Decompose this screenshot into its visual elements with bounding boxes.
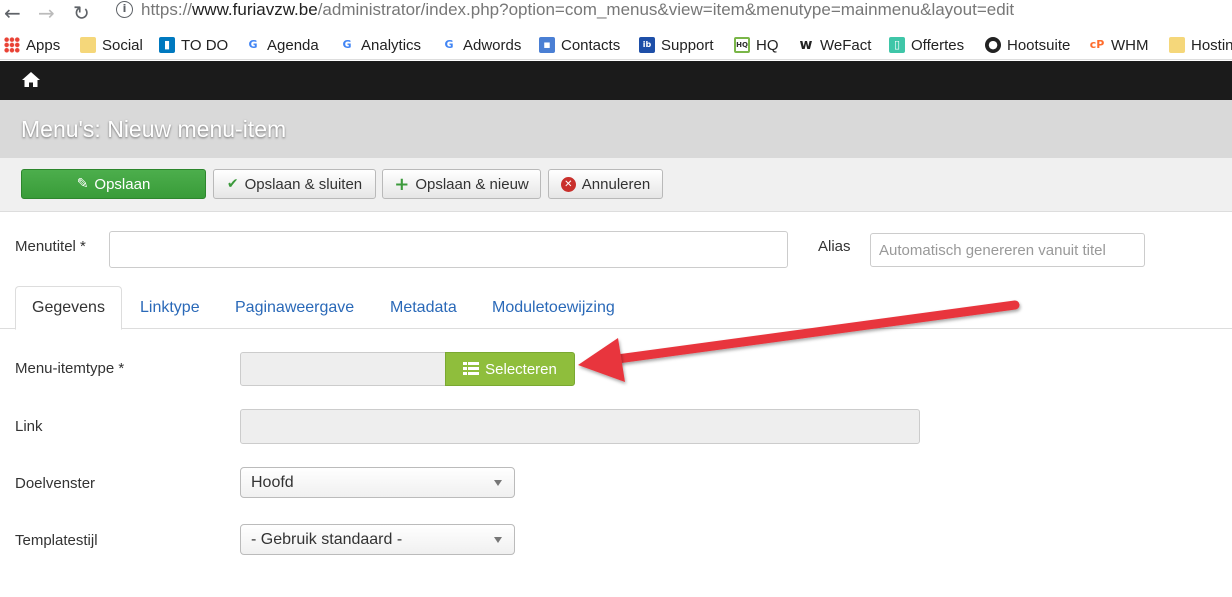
bookmark-analytics[interactable]: G Analytics xyxy=(339,33,421,57)
list-icon xyxy=(463,362,480,375)
info-icon[interactable]: i xyxy=(116,1,133,18)
template-label: Templatestijl xyxy=(15,532,98,549)
google-icon: G xyxy=(342,38,352,51)
bookmark-hosting[interactable]: Hosting xyxy=(1169,33,1232,57)
save-close-button[interactable]: ✔ Opslaan & sluiten xyxy=(213,169,376,199)
link-label: Link xyxy=(15,418,43,435)
page-title: Menu's: Nieuw menu-item xyxy=(21,116,287,142)
annotation-arrow xyxy=(578,300,1020,382)
google-icon: G xyxy=(248,38,258,51)
check-icon: ✔ xyxy=(226,176,239,192)
tab-paginaweergave[interactable]: Paginaweergave xyxy=(235,286,354,329)
alias-input[interactable]: Automatisch genereren vanuit titel xyxy=(870,233,1145,267)
bookmarks-bar: Apps Social ▮ TO DO G Agenda G Analytics… xyxy=(0,30,1232,60)
target-label: Doelvenster xyxy=(15,475,96,492)
bookmark-support[interactable]: ib Support xyxy=(639,33,714,57)
cancel-button[interactable]: ✕ Annuleren xyxy=(548,169,663,199)
bookmark-hootsuite[interactable]: ● Hootsuite xyxy=(985,33,1070,57)
home-icon[interactable] xyxy=(21,70,41,90)
bookmark-adwords[interactable]: G Adwords xyxy=(441,33,521,57)
hootsuite-owl-icon: ● xyxy=(985,37,1001,53)
admin-top-bar xyxy=(0,61,1232,100)
cpanel-icon: cP xyxy=(1089,38,1105,51)
itemtype-label: Menu-itemtype * xyxy=(15,360,125,377)
folder-icon xyxy=(80,37,96,53)
edit-icon: ✎ xyxy=(76,176,89,192)
cancel-circle-icon: ✕ xyxy=(560,176,576,192)
forward-icon[interactable]: → xyxy=(38,2,55,24)
reload-icon[interactable]: ↻ xyxy=(73,2,90,24)
google-icon: G xyxy=(444,38,454,51)
dropdown-caret-icon xyxy=(494,537,502,543)
bookmark-apps[interactable]: Apps xyxy=(4,33,60,57)
folder-icon xyxy=(1169,37,1185,53)
menutitle-label: Menutitel * xyxy=(15,238,86,255)
template-select[interactable]: - Gebruik standaard - xyxy=(240,524,515,555)
link-field xyxy=(240,409,920,444)
alias-label: Alias xyxy=(818,238,851,255)
hq-icon: HQ xyxy=(734,37,750,53)
bookmark-todo[interactable]: ▮ TO DO xyxy=(159,33,228,57)
bookmark-agenda[interactable]: G Agenda xyxy=(245,33,318,57)
back-icon[interactable]: ← xyxy=(4,2,21,24)
bookmark-social[interactable]: Social xyxy=(80,33,143,57)
save-new-button[interactable]: + Opslaan & nieuw xyxy=(382,169,541,199)
bookmark-offertes[interactable]: ▯ Offertes xyxy=(889,33,964,57)
url-field[interactable]: https://www.furiavzw.be/administrator/in… xyxy=(141,0,1014,20)
trello-icon: ▮ xyxy=(159,37,175,53)
contacts-icon: ▪ xyxy=(539,37,555,53)
browser-address-bar: ← → ↻ i https://www.furiavzw.be/administ… xyxy=(0,0,1232,30)
dropdown-caret-icon xyxy=(494,480,502,486)
target-select[interactable]: Hoofd xyxy=(240,467,515,498)
toolbar: ✎ Opslaan ✔ Opslaan & sluiten + Opslaan … xyxy=(0,158,1232,212)
bookmark-contacts[interactable]: ▪ Contacts xyxy=(539,33,620,57)
page-header: Menu's: Nieuw menu-item xyxy=(0,100,1232,158)
tab-linktype[interactable]: Linktype xyxy=(140,286,200,329)
tab-metadata[interactable]: Metadata xyxy=(390,286,457,329)
apps-grid-icon xyxy=(4,37,20,53)
select-itemtype-button[interactable]: Selecteren xyxy=(445,352,575,386)
wefact-icon: w xyxy=(799,37,813,53)
save-button[interactable]: ✎ Opslaan xyxy=(21,169,206,199)
bookmark-wefact[interactable]: w WeFact xyxy=(798,33,872,57)
bookmark-whm[interactable]: cP WHM xyxy=(1089,33,1149,57)
itemtype-field xyxy=(240,352,446,386)
bookmark-hq[interactable]: HQ HQ xyxy=(734,33,779,57)
plus-icon: + xyxy=(394,173,410,195)
tab-gegevens[interactable]: Gegevens xyxy=(15,286,122,330)
support-icon: ib xyxy=(639,37,655,53)
menutitle-input[interactable] xyxy=(109,231,788,268)
offertes-icon: ▯ xyxy=(889,37,905,53)
